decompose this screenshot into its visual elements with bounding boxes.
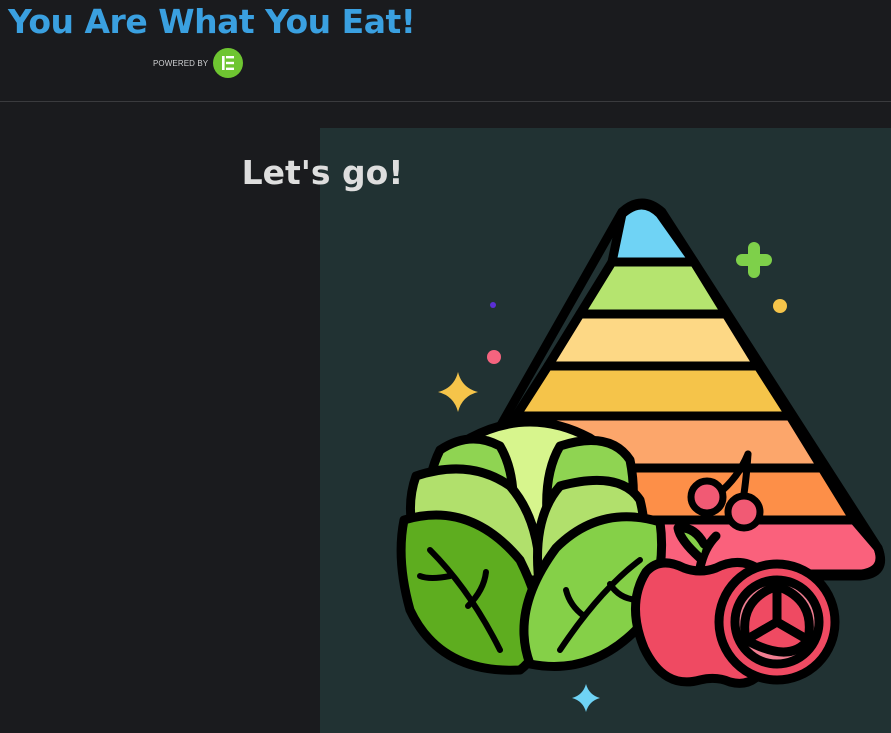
site-title[interactable]: You Are What You Eat! (8, 2, 416, 41)
powered-by-badge[interactable]: POWERED BY (153, 48, 244, 78)
powered-by-label: POWERED BY (153, 58, 209, 68)
dot-yellow (773, 299, 787, 313)
food-pyramid-illustration (396, 198, 886, 712)
dot-pink (487, 350, 501, 364)
site-header: You Are What You Eat! POWERED BY (0, 0, 891, 102)
dot-purple (490, 302, 496, 308)
lettuce-graphic (396, 417, 667, 675)
plus-green (736, 242, 772, 278)
sparkle-blue (572, 684, 600, 712)
sparkle-yellow (438, 372, 478, 412)
grapefruit-graphic (714, 559, 840, 685)
elementor-logo-icon[interactable] (213, 48, 244, 78)
